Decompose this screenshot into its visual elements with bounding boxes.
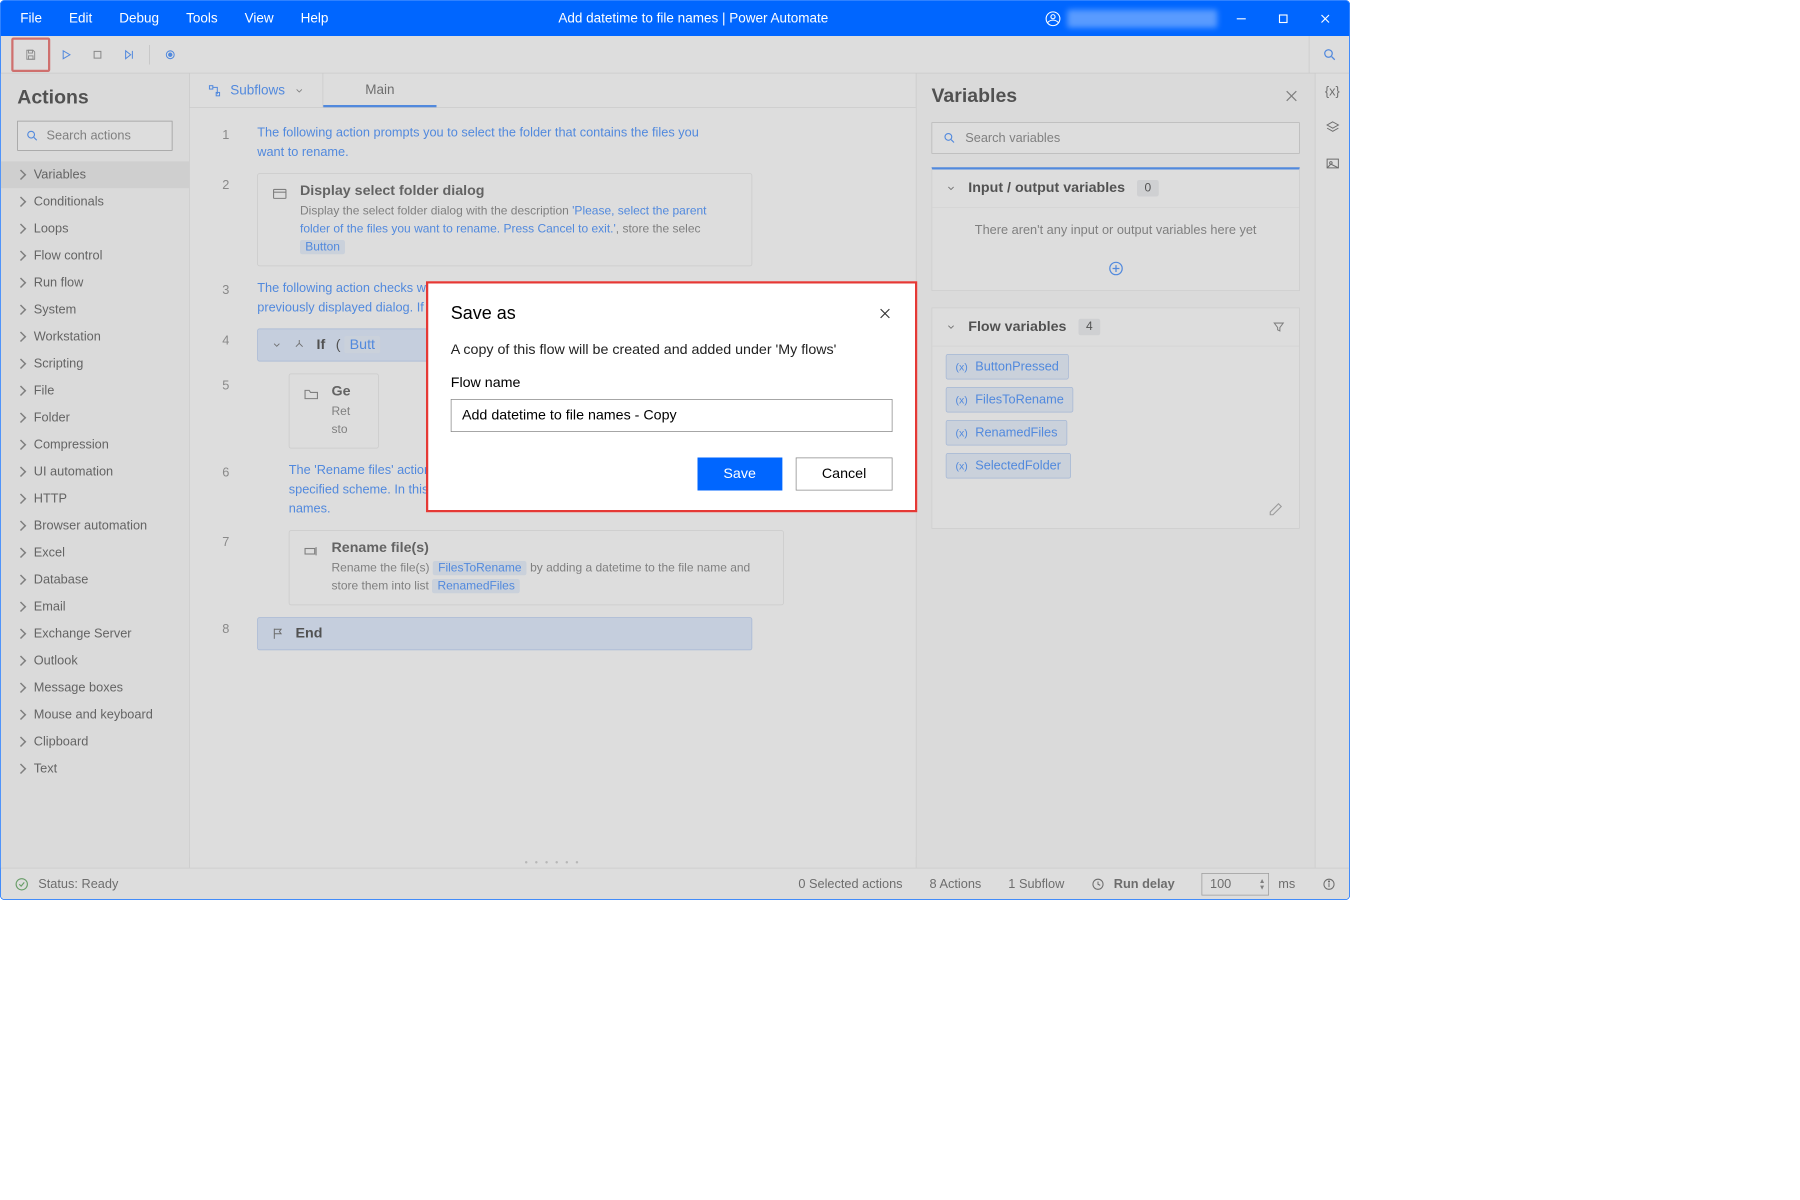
menu-bar: FileEditDebugToolsViewHelp bbox=[7, 1, 342, 36]
title-bar: FileEditDebugToolsViewHelp Add datetime … bbox=[1, 1, 1350, 36]
menu-file[interactable]: File bbox=[7, 1, 56, 36]
dialog-close-button[interactable] bbox=[878, 306, 893, 321]
save-as-dialog: Save as A copy of this flow will be crea… bbox=[426, 281, 917, 512]
dialog-title: Save as bbox=[451, 303, 878, 324]
dialog-description: A copy of this flow will be created and … bbox=[451, 342, 893, 359]
minimize-button[interactable] bbox=[1223, 1, 1259, 36]
close-button[interactable] bbox=[1307, 1, 1343, 36]
cancel-button[interactable]: Cancel bbox=[796, 458, 893, 491]
window-title: Add datetime to file names | Power Autom… bbox=[342, 11, 1045, 27]
menu-tools[interactable]: Tools bbox=[173, 1, 232, 36]
menu-edit[interactable]: Edit bbox=[56, 1, 106, 36]
save-button[interactable]: Save bbox=[697, 458, 782, 491]
menu-view[interactable]: View bbox=[231, 1, 287, 36]
flow-name-label: Flow name bbox=[451, 375, 893, 392]
account-icon bbox=[1045, 10, 1062, 27]
maximize-button[interactable] bbox=[1265, 1, 1301, 36]
menu-help[interactable]: Help bbox=[287, 1, 342, 36]
account-name-redacted bbox=[1067, 9, 1217, 27]
menu-debug[interactable]: Debug bbox=[106, 1, 173, 36]
flow-name-input[interactable] bbox=[451, 399, 893, 432]
